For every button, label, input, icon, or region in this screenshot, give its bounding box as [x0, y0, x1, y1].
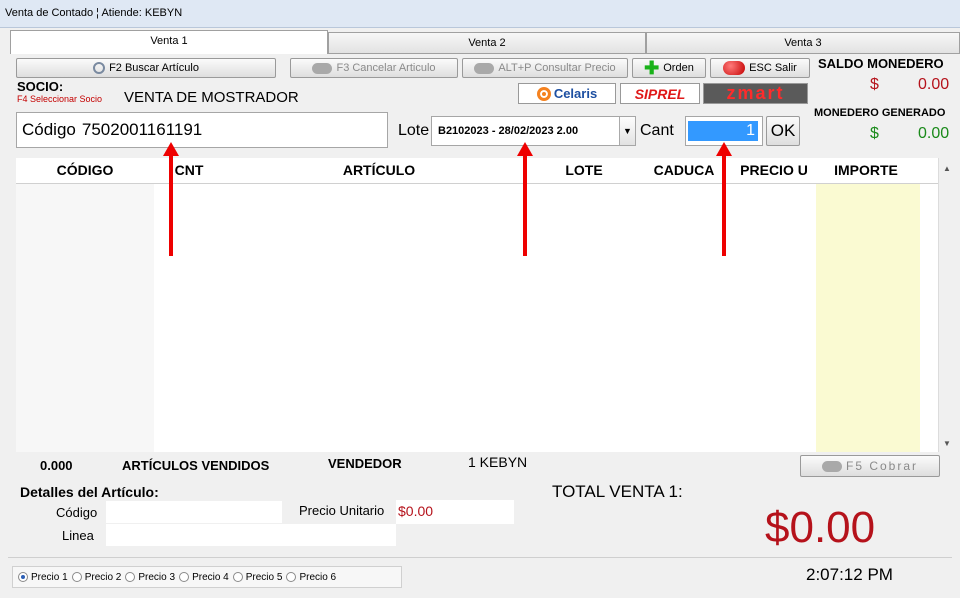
vendedor-value: 1 KEBYN [468, 454, 528, 470]
annotation-arrow [517, 142, 533, 256]
zmart-brand: zmart [726, 83, 785, 103]
col-precio-u[interactable]: PRECIO U [726, 162, 822, 178]
details-linea-label: Linea [62, 528, 94, 543]
price-level-label: Precio 1 [31, 571, 68, 583]
total-label: TOTAL VENTA 1: [552, 482, 683, 501]
items-sold-label: ARTÍCULOS VENDIDOS [122, 458, 270, 473]
cobrar-button[interactable]: F5 Cobrar [800, 455, 940, 477]
socio-hint[interactable]: F4 Seleccionar Socio [17, 94, 102, 104]
magnifier-icon [93, 62, 106, 74]
saldo-value: 0.00 [918, 76, 950, 93]
radio-dot-icon[interactable] [125, 572, 136, 582]
cancel-article-label: F3 Cancelar Articulo [336, 62, 436, 74]
grid-scrollbar[interactable]: ▲ ▼ [938, 158, 955, 452]
order-label: Orden [663, 62, 694, 74]
price-level-group: Precio 1 Precio 2 Precio 3 Precio 4 Precio 5… [12, 566, 402, 588]
socio-value: VENTA DE MOSTRADOR [124, 89, 299, 106]
price-level-radio[interactable]: Precio 5 [232, 571, 283, 583]
window-title: Venta de Contado ¦ Atiende: KEBYN [0, 0, 960, 28]
total-value: $0.00 [765, 503, 876, 552]
col-lote[interactable]: LOTE [534, 162, 634, 178]
cobrar-label: F5 Cobrar [845, 459, 919, 473]
lote-label: Lote [398, 122, 430, 139]
codigo-column-fill [16, 184, 154, 452]
siprel-logo: SIPREL [620, 83, 700, 104]
price-level-radio[interactable]: Precio 6 [286, 572, 336, 583]
tab-venta-1[interactable]: Venta 1 [10, 30, 328, 54]
cant-input[interactable]: 1 [688, 121, 758, 141]
plus-icon: ✚ [644, 58, 660, 78]
dropdown-arrow-icon[interactable]: ▼ [619, 117, 635, 145]
check-price-label: ALT+P Consultar Precio [498, 62, 616, 74]
sales-grid[interactable] [16, 184, 938, 452]
pill-icon [821, 460, 842, 472]
scroll-up-icon[interactable]: ▲ [939, 158, 955, 173]
details-title: Detalles del Artículo: [20, 484, 159, 500]
search-article-button[interactable]: F2 Buscar Artículo [16, 58, 276, 78]
vendedor-label: VENDEDOR [328, 456, 402, 471]
scroll-down-icon[interactable]: ▼ [939, 439, 955, 448]
items-count: 0.000 [40, 458, 73, 473]
status-divider [8, 557, 952, 558]
generado-currency: $ [870, 125, 879, 142]
zmart-logo: zmart [703, 83, 808, 104]
radio-dot-icon[interactable] [179, 572, 190, 582]
check-price-button[interactable]: ALT+P Consultar Precio [462, 58, 628, 78]
radio-dot-icon[interactable] [232, 572, 243, 582]
price-level-radio[interactable]: Precio 2 [71, 571, 122, 583]
saldo-monedero-title: SALDO MONEDERO [818, 56, 944, 71]
celaris-logo: Celaris [518, 83, 616, 104]
col-importe[interactable]: IMPORTE [816, 162, 916, 178]
generado-value: 0.00 [918, 125, 950, 142]
price-level-label: Precio 4 [192, 571, 229, 583]
importe-column-fill [816, 184, 920, 452]
details-panel: Detalles del Artículo: Código Precio Uni… [16, 478, 516, 548]
annotation-arrow [716, 142, 732, 256]
codigo-field[interactable]: Código 7502001161191 [16, 112, 388, 148]
annotation-arrow [163, 142, 179, 256]
codigo-input[interactable]: 7502001161191 [82, 120, 202, 140]
lote-select[interactable]: B2102023 - 28/02/2023 2.00 ▼ [431, 116, 636, 146]
price-level-label: Precio 5 [245, 571, 283, 583]
radio-dot-icon[interactable] [286, 572, 297, 582]
details-precio-value: $0.00 [396, 500, 514, 524]
exit-button[interactable]: ESC Salir [710, 58, 810, 78]
details-codigo-value [106, 501, 282, 523]
col-codigo[interactable]: CÓDIGO [16, 162, 154, 178]
monedero-generado-title: MONEDERO GENERADO [814, 107, 946, 119]
grid-header: CÓDIGO CNT ARTÍCULO LOTE CADUCA PRECIO U… [16, 158, 938, 184]
price-level-radio[interactable]: Precio 4 [179, 572, 229, 583]
col-articulo[interactable]: ARTÍCULO [224, 162, 534, 178]
tab-venta-2[interactable]: Venta 2 [328, 32, 646, 54]
clock: 2:07:12 PM [806, 565, 893, 584]
details-linea-value [106, 524, 396, 546]
search-article-label: F2 Buscar Artículo [109, 62, 199, 74]
order-button[interactable]: ✚ Orden [632, 58, 706, 78]
socio-label: SOCIO: [17, 79, 64, 94]
lote-value: B2102023 - 28/02/2023 2.00 [438, 125, 579, 137]
price-level-radio[interactable]: Precio 1 [18, 572, 68, 583]
pill-icon [312, 62, 333, 74]
cant-label: Cant [640, 122, 674, 139]
codigo-label: Código [22, 120, 76, 139]
price-level-label: Precio 6 [299, 571, 337, 583]
exit-icon [723, 61, 746, 75]
cancel-article-button[interactable]: F3 Cancelar Articulo [290, 58, 458, 78]
price-level-label: Precio 2 [84, 571, 122, 583]
ok-button[interactable]: OK [766, 116, 800, 146]
price-level-radio[interactable]: Precio 3 [125, 572, 175, 583]
siprel-brand: SIPREL [634, 85, 686, 102]
saldo-currency: $ [870, 76, 879, 93]
details-precio-label: Precio Unitario [299, 503, 385, 518]
pill-icon [474, 62, 495, 74]
radio-dot-icon[interactable] [71, 572, 82, 582]
exit-label: ESC Salir [749, 62, 797, 74]
radio-dot-icon[interactable] [18, 572, 28, 582]
celaris-icon [536, 86, 551, 101]
details-codigo-label: Código [56, 505, 98, 520]
celaris-brand: Celaris [553, 86, 598, 101]
price-level-label: Precio 3 [138, 571, 176, 583]
tab-venta-3[interactable]: Venta 3 [646, 32, 960, 54]
